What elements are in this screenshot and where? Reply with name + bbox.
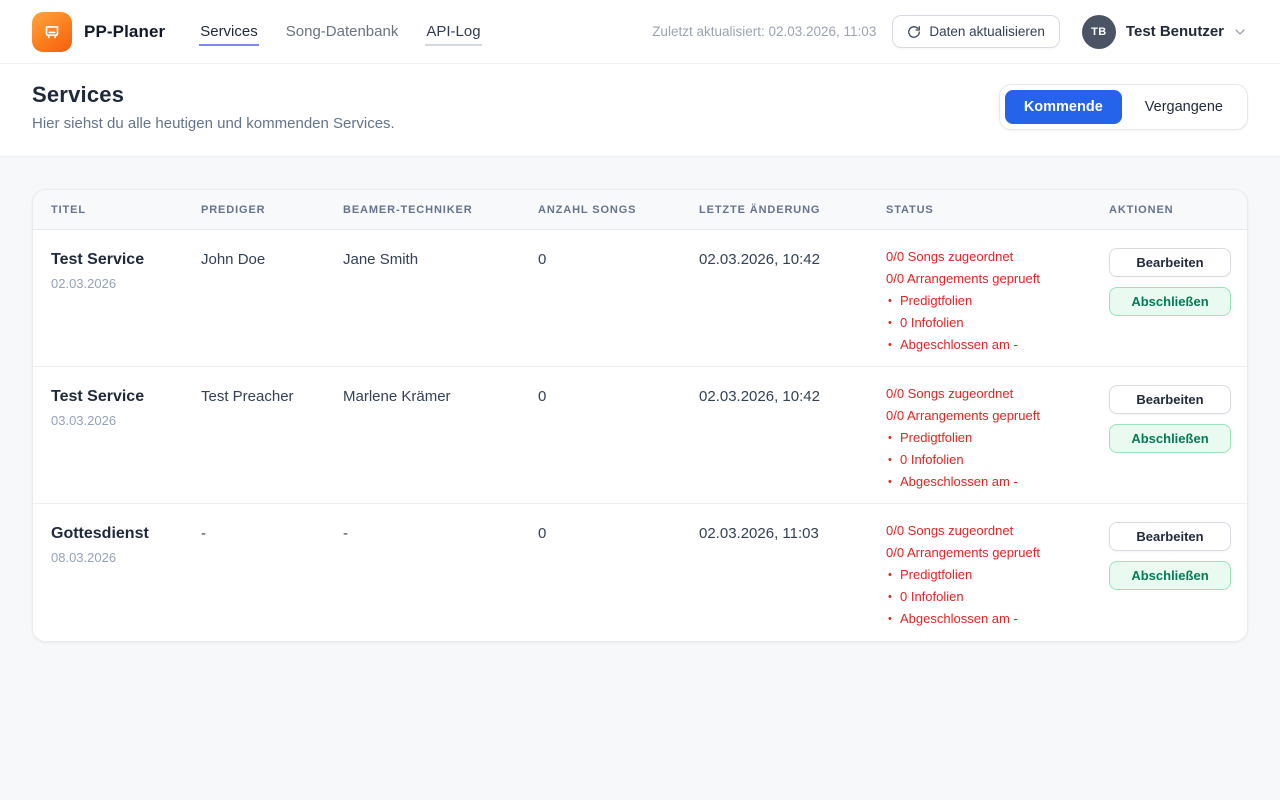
status-line: 0/0 Arrangements geprueft (886, 542, 1097, 564)
refresh-data-button[interactable]: Daten aktualisieren (892, 15, 1060, 48)
column-header-prediger: PREDIGER (201, 204, 343, 216)
table-row: Test Service 02.03.2026 John Doe Jane Sm… (33, 230, 1247, 367)
status-bullet-item: 0 Infofolien (886, 449, 1097, 471)
column-header-aktionen: AKTIONEN (1109, 204, 1247, 216)
page-title: Services (32, 82, 395, 108)
status-cell: 0/0 Songs zugeordnet0/0 Arrangements gep… (886, 230, 1109, 366)
page-header-text: Services Hier siehst du alle heutigen un… (32, 82, 395, 132)
services-filter-toggle: Kommende Vergangene (999, 84, 1248, 130)
refresh-button-label: Daten aktualisieren (929, 24, 1045, 39)
service-date: 08.03.2026 (51, 550, 189, 565)
page-header: Services Hier siehst du alle heutigen un… (0, 64, 1280, 157)
filter-upcoming-button[interactable]: Kommende (1005, 90, 1122, 124)
last-modified-cell: 02.03.2026, 11:03 (699, 504, 886, 641)
main-nav: Services Song-Datenbank API-Log (199, 17, 481, 46)
status-bullet-item: Abgeschlossen am - (886, 608, 1097, 630)
presentation-icon (41, 21, 63, 43)
status-bullet-item: Predigtfolien (886, 290, 1097, 312)
technician-cell: - (343, 504, 538, 641)
song-count-cell: 0 (538, 367, 699, 503)
avatar[interactable]: TB (1082, 15, 1116, 49)
column-header-anzahl-songs: ANZAHL SONGS (538, 204, 699, 216)
table-row: Test Service 03.03.2026 Test Preacher Ma… (33, 367, 1247, 504)
column-header-letzte-aenderung: LETZTE ÄNDERUNG (699, 204, 886, 216)
song-count-cell: 0 (538, 504, 699, 641)
user-name: Test Benutzer (1126, 23, 1224, 40)
table-header-row: TITEL PREDIGER BEAMER-TECHNIKER ANZAHL S… (33, 190, 1247, 230)
technician-cell: Marlene Krämer (343, 367, 538, 503)
service-title: Test Service (51, 388, 189, 406)
services-table-card: TITEL PREDIGER BEAMER-TECHNIKER ANZAHL S… (32, 189, 1248, 642)
status-bullet-item: Abgeschlossen am - (886, 471, 1097, 493)
topbar-right: Zuletzt aktualisiert: 02.03.2026, 11:03 … (652, 15, 1248, 49)
refresh-icon (907, 25, 921, 39)
preacher-cell: John Doe (201, 230, 343, 366)
nav-item-song-datenbank[interactable]: Song-Datenbank (285, 17, 400, 46)
nav-item-api-log[interactable]: API-Log (425, 17, 481, 46)
status-line: 0/0 Arrangements geprueft (886, 268, 1097, 290)
complete-button[interactable]: Abschließen (1109, 287, 1231, 316)
table-row: Gottesdienst 08.03.2026 - - 0 02.03.2026… (33, 504, 1247, 641)
column-header-beamer-techniker: BEAMER-TECHNIKER (343, 204, 538, 216)
last-modified-cell: 02.03.2026, 10:42 (699, 367, 886, 503)
last-modified-cell: 02.03.2026, 10:42 (699, 230, 886, 366)
title-cell: Test Service 02.03.2026 (51, 230, 201, 366)
table-body: Test Service 02.03.2026 John Doe Jane Sm… (33, 230, 1247, 641)
status-line: 0/0 Arrangements geprueft (886, 405, 1097, 427)
complete-button[interactable]: Abschließen (1109, 561, 1231, 590)
chevron-down-icon[interactable] (1232, 24, 1248, 40)
actions-cell: Bearbeiten Abschließen (1109, 367, 1247, 503)
page-subtitle: Hier siehst du alle heutigen und kommend… (32, 115, 395, 132)
edit-button[interactable]: Bearbeiten (1109, 385, 1231, 414)
technician-cell: Jane Smith (343, 230, 538, 366)
service-title: Gottesdienst (51, 525, 189, 543)
nav-item-services[interactable]: Services (199, 17, 259, 46)
status-line: 0/0 Songs zugeordnet (886, 246, 1097, 268)
service-title: Test Service (51, 251, 189, 269)
title-cell: Test Service 03.03.2026 (51, 367, 201, 503)
topbar: PP-Planer Services Song-Datenbank API-Lo… (0, 0, 1280, 64)
status-line: 0/0 Songs zugeordnet (886, 520, 1097, 542)
last-updated-text: Zuletzt aktualisiert: 02.03.2026, 11:03 (652, 24, 876, 39)
status-bullet-item: 0 Infofolien (886, 586, 1097, 608)
preacher-cell: - (201, 504, 343, 641)
column-header-status: STATUS (886, 204, 1109, 216)
title-cell: Gottesdienst 08.03.2026 (51, 504, 201, 641)
edit-button[interactable]: Bearbeiten (1109, 522, 1231, 551)
service-date: 02.03.2026 (51, 276, 189, 291)
brand-title: PP-Planer (84, 22, 165, 42)
column-header-titel: TITEL (51, 204, 201, 216)
complete-button[interactable]: Abschließen (1109, 424, 1231, 453)
actions-cell: Bearbeiten Abschließen (1109, 504, 1247, 641)
main-content: TITEL PREDIGER BEAMER-TECHNIKER ANZAHL S… (0, 157, 1280, 674)
service-date: 03.03.2026 (51, 413, 189, 428)
status-line: 0/0 Songs zugeordnet (886, 383, 1097, 405)
song-count-cell: 0 (538, 230, 699, 366)
preacher-cell: Test Preacher (201, 367, 343, 503)
actions-cell: Bearbeiten Abschließen (1109, 230, 1247, 366)
status-cell: 0/0 Songs zugeordnet0/0 Arrangements gep… (886, 367, 1109, 503)
status-bullet-item: 0 Infofolien (886, 312, 1097, 334)
status-bullet-item: Predigtfolien (886, 564, 1097, 586)
filter-past-button[interactable]: Vergangene (1126, 90, 1242, 124)
status-bullet-item: Predigtfolien (886, 427, 1097, 449)
app-logo (32, 12, 72, 52)
status-cell: 0/0 Songs zugeordnet0/0 Arrangements gep… (886, 504, 1109, 641)
status-bullet-item: Abgeschlossen am - (886, 334, 1097, 356)
edit-button[interactable]: Bearbeiten (1109, 248, 1231, 277)
